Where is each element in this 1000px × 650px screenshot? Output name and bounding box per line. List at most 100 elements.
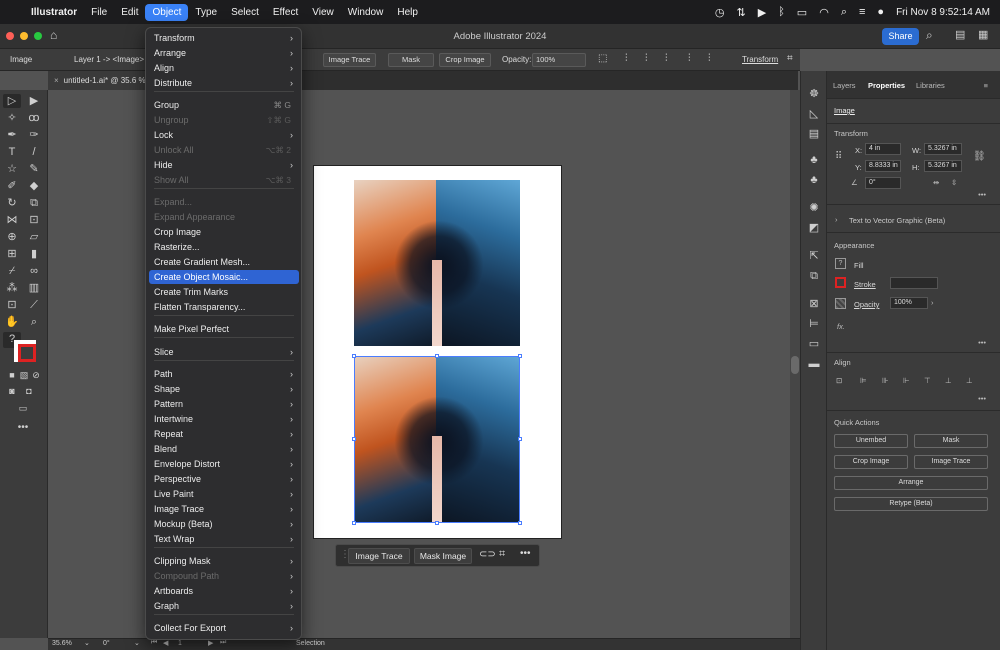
free-transform-tool-icon[interactable]: ⊡ [25, 213, 43, 227]
time-machine-icon[interactable]: ◷ [715, 6, 725, 19]
lasso-tool-icon[interactable]: ꝏ [25, 111, 43, 125]
isolate-icon[interactable]: ⌗ [787, 53, 793, 64]
stroke-swatch[interactable] [18, 344, 36, 362]
transform-link[interactable]: Transform [742, 55, 778, 64]
appearance-more-icon[interactable]: ••• [978, 338, 986, 347]
align-top-icon[interactable]: ⫶ [688, 53, 691, 64]
none-mode-icon[interactable]: ⊘ [27, 368, 45, 382]
draw-behind-icon[interactable]: ◘ [20, 384, 38, 398]
brushes-panel-icon[interactable]: ♣ [807, 173, 821, 187]
align-left-icon[interactable]: ⫶ [625, 53, 628, 64]
panel-align-hcenter-icon[interactable]: ⊪ [882, 376, 889, 385]
transform-panel-icon[interactable]: ▭ [807, 337, 821, 351]
perspective-grid-tool-icon[interactable]: ▱ [25, 230, 43, 244]
stroke-weight-field[interactable] [890, 277, 938, 289]
symbols-panel-icon[interactable]: ♣ [807, 153, 821, 167]
menu-item-mockup-beta[interactable]: Mockup (Beta) › [149, 517, 299, 531]
swatches-panel-icon[interactable]: ◩ [807, 221, 821, 235]
menu-item-create-trim-marks[interactable]: Create Trim Marks [149, 285, 299, 299]
artboards-panel-icon[interactable]: ⧉ [807, 269, 821, 283]
menu-item-live-paint[interactable]: Live Paint › [149, 487, 299, 501]
arrange-button[interactable]: Arrange [834, 476, 988, 490]
menu-item-blend[interactable]: Blend › [149, 442, 299, 456]
wifi-icon[interactable]: ◠ [819, 6, 829, 19]
menu-view[interactable]: View [305, 4, 341, 21]
tab-properties[interactable]: Properties [868, 81, 905, 90]
panel-menu-icon[interactable]: ≡ [984, 81, 988, 90]
menu-item-lock[interactable]: Lock › [149, 128, 299, 142]
first-artboard-icon[interactable]: ⏮ [151, 639, 157, 647]
rotation-value[interactable]: 0° [103, 640, 110, 647]
object-type-label[interactable]: Image [834, 106, 855, 115]
menu-item-repeat[interactable]: Repeat › [149, 427, 299, 441]
menu-item-image-trace[interactable]: Image Trace › [149, 502, 299, 516]
color-panel-icon[interactable]: ✺ [807, 201, 821, 215]
mesh-tool-icon[interactable]: ⊞ [3, 247, 21, 261]
panel-align-bottom-icon[interactable]: ⊥ [966, 376, 973, 385]
menu-item-envelope-distort[interactable]: Envelope Distort › [149, 457, 299, 471]
align-more-icon[interactable]: ••• [978, 394, 986, 403]
handle-top-left[interactable] [352, 354, 356, 358]
menu-item-make-pixel-perfect[interactable]: Make Pixel Perfect [149, 322, 299, 336]
flip-horizontal-icon[interactable]: ⇹ [933, 178, 939, 187]
stroke-swatch-panel[interactable] [835, 277, 846, 288]
menu-item-flatten-transparency[interactable]: Flatten Transparency... [149, 300, 299, 314]
document-tab[interactable]: × untitled-1.ai* @ 35.6 % [48, 71, 148, 90]
crop-icon[interactable]: ⌗ [499, 548, 505, 561]
menu-object[interactable]: Object [145, 3, 189, 21]
symbol-sprayer-tool-icon[interactable]: ⁂ [3, 281, 21, 295]
opacity-field[interactable]: 100% [532, 53, 586, 67]
share-button[interactable]: Share [882, 28, 919, 45]
ctx-mask-image-button[interactable]: Mask Image [414, 548, 472, 564]
close-tab-icon[interactable]: × [54, 76, 59, 85]
handle-bottom-middle[interactable] [435, 521, 439, 525]
align-center-icon[interactable]: ⫶ [645, 53, 648, 64]
shaper-tool-icon[interactable]: ✐ [3, 179, 21, 193]
eyedropper-tool-icon[interactable]: ⌿ [3, 264, 21, 278]
selection-bounding-box[interactable] [354, 356, 520, 523]
fill-swatch-unknown[interactable]: ? [835, 258, 846, 269]
artwork-image-top[interactable] [354, 180, 520, 346]
align-middle-icon[interactable]: ⫶ [708, 53, 711, 64]
menu-item-clipping-mask[interactable]: Clipping Mask › [149, 554, 299, 568]
h-field[interactable]: 5.3267 in [924, 160, 962, 172]
handle-middle-left[interactable] [352, 437, 356, 441]
libraries-panel-icon[interactable]: ▤ [807, 127, 821, 141]
blend-tool-icon[interactable]: ∞ [25, 264, 43, 278]
line-tool-icon[interactable]: / [25, 145, 43, 159]
crop-image-button[interactable]: Crop Image [439, 53, 491, 67]
expand-chevron-icon[interactable]: › [835, 215, 838, 224]
apple-icon[interactable] [10, 9, 24, 15]
angle-field[interactable]: 0° [865, 177, 901, 189]
panel-align-vcenter-icon[interactable]: ⊥ [945, 376, 952, 385]
appearance-opacity-label[interactable]: Opacity [854, 300, 879, 309]
menu-window[interactable]: Window [341, 4, 391, 21]
retype-button[interactable]: Retype (Beta) [834, 497, 988, 511]
flip-vertical-icon[interactable]: ⇳ [951, 178, 957, 187]
screen-mode-icon[interactable]: ▭ [14, 401, 32, 415]
siri-icon[interactable]: ● [877, 6, 884, 18]
menu-type[interactable]: Type [188, 4, 224, 21]
menu-file[interactable]: File [84, 4, 114, 21]
workspace-icon[interactable]: ▤ [955, 28, 965, 41]
panel-align-top-icon[interactable]: ⊤ [924, 376, 931, 385]
magic-wand-tool-icon[interactable]: ✧ [3, 111, 21, 125]
arrange-documents-icon[interactable]: ▦ [978, 28, 988, 41]
bluetooth-icon[interactable]: ᛒ [778, 6, 785, 18]
menu-item-rasterize[interactable]: Rasterize... [149, 240, 299, 254]
search-icon[interactable]: ⌕ [841, 6, 847, 19]
last-artboard-icon[interactable]: ⏭ [220, 639, 226, 647]
menu-item-intertwine[interactable]: Intertwine › [149, 412, 299, 426]
search-icon[interactable]: ⌕ [926, 28, 933, 43]
next-artboard-icon[interactable]: ▶ [208, 639, 213, 647]
slice-tool-icon[interactable]: ⟋ [25, 298, 43, 312]
more-tools-icon[interactable]: ••• [14, 421, 32, 435]
menu-item-perspective[interactable]: Perspective › [149, 472, 299, 486]
align-right-icon[interactable]: ⫶ [665, 53, 668, 64]
previous-artboard-icon[interactable]: ◀ [163, 639, 168, 647]
unembed-button[interactable]: Unembed [834, 434, 908, 448]
hand-tool-icon[interactable]: ✋ [3, 315, 21, 329]
stroke-panel-icon[interactable]: ▬ [807, 357, 821, 371]
panel-crop-image-button[interactable]: Crop Image [834, 455, 908, 469]
menu-item-graph[interactable]: Graph › [149, 599, 299, 613]
